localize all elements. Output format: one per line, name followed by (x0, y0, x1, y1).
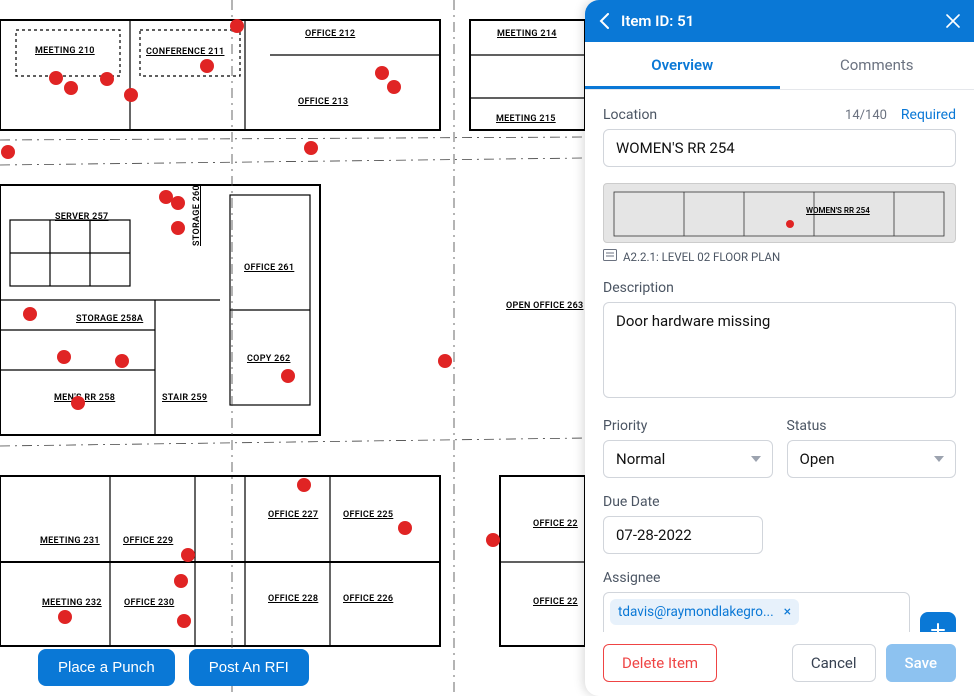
priority-label: Priority (603, 418, 773, 434)
punch-pin[interactable] (171, 196, 185, 210)
room-label: COPY 262 (247, 354, 290, 364)
action-bar: Place a Punch Post An RFI (38, 649, 309, 686)
room-label: OFFICE 22 (533, 597, 578, 607)
punch-pin[interactable] (177, 614, 191, 628)
punch-pin[interactable] (171, 221, 185, 235)
assignee-chip-label: tdavis@raymondlakegro... (618, 604, 774, 620)
room-label: OFFICE 225 (343, 510, 393, 520)
location-input[interactable] (603, 129, 956, 167)
floorplan-linework (0, 0, 585, 696)
place-punch-button[interactable]: Place a Punch (38, 649, 175, 686)
thumb-pin (786, 220, 794, 228)
punch-pin[interactable] (100, 72, 114, 86)
assignee-chip: tdavis@raymondlakegro... × (610, 599, 799, 625)
priority-select[interactable]: Normal (603, 440, 773, 478)
punch-pin[interactable] (297, 478, 311, 492)
punch-pin[interactable] (200, 59, 214, 73)
punch-pin[interactable] (438, 354, 452, 368)
room-label: OFFICE 227 (268, 510, 318, 520)
room-label: MEETING 232 (42, 598, 102, 608)
section-location: Location 14/140 Required (603, 104, 956, 167)
punch-pin[interactable] (486, 533, 500, 547)
punch-pin[interactable] (398, 521, 412, 535)
location-count: 14/140 (845, 108, 887, 123)
floor-plan-canvas[interactable]: Place a Punch Post An RFI MEETING 210 CON… (0, 0, 585, 696)
room-label: STAIR 259 (162, 393, 207, 403)
sheet-icon (603, 249, 617, 264)
room-label: MEETING 215 (496, 114, 556, 124)
room-label: SERVER 257 (55, 212, 109, 222)
punch-pin[interactable] (57, 350, 71, 364)
section-description: Description (603, 280, 956, 402)
punch-pin[interactable] (174, 574, 188, 588)
thumb-room-label: WOMEN'S RR 254 (806, 206, 870, 215)
room-label: OFFICE 213 (298, 97, 348, 107)
punch-pin[interactable] (71, 396, 85, 410)
status-select[interactable]: Open (787, 440, 957, 478)
room-label: OFFICE 230 (124, 598, 174, 608)
back-button[interactable] (599, 13, 609, 29)
tab-comments[interactable]: Comments (780, 42, 974, 89)
due-date-input[interactable] (603, 516, 763, 554)
close-icon (946, 14, 960, 28)
form-body: Location 14/140 Required WOMEN'S RR 254 (585, 90, 974, 632)
room-label: STORAGE 258A (76, 314, 143, 324)
add-assignee-button[interactable] (920, 612, 956, 632)
punch-pin[interactable] (58, 610, 72, 624)
punch-pin[interactable] (49, 71, 63, 85)
punch-pin[interactable] (1, 145, 15, 159)
description-label: Description (603, 280, 956, 296)
room-label: OFFICE 229 (123, 536, 173, 546)
cancel-button[interactable]: Cancel (792, 644, 876, 682)
punch-pin[interactable] (23, 307, 37, 321)
room-label: OPEN OFFICE 263 (506, 301, 583, 311)
thumbnail-caption: A2.2.1: LEVEL 02 FLOOR PLAN (623, 250, 780, 264)
room-label: OFFICE 228 (268, 594, 318, 604)
room-label: MEETING 231 (40, 536, 100, 546)
punch-pin[interactable] (124, 88, 138, 102)
punch-pin[interactable] (181, 548, 195, 562)
delete-item-button[interactable]: Delete Item (603, 644, 717, 682)
location-label: Location (603, 107, 657, 123)
location-thumbnail[interactable]: WOMEN'S RR 254 (603, 183, 956, 243)
tab-overview[interactable]: Overview (585, 42, 780, 89)
chevron-left-icon (599, 13, 609, 29)
punch-pin[interactable] (281, 369, 295, 383)
room-label: OFFICE 22 (533, 519, 578, 529)
punch-pin[interactable] (304, 141, 318, 155)
room-label: OFFICE 261 (244, 263, 294, 273)
close-button[interactable] (946, 14, 960, 28)
assignee-input[interactable]: tdavis@raymondlakegro... × (603, 592, 910, 632)
room-label: MEETING 210 (35, 46, 95, 56)
panel-title: Item ID: 51 (621, 12, 946, 30)
punch-pin[interactable] (64, 81, 78, 95)
item-detail-panel: Item ID: 51 Overview Comments Location 1… (585, 0, 974, 696)
save-button[interactable]: Save (886, 644, 956, 682)
assignee-label: Assignee (603, 570, 956, 586)
status-label: Status (787, 418, 957, 434)
description-input[interactable] (603, 302, 956, 398)
room-label: OFFICE 212 (305, 29, 355, 39)
post-rfi-button[interactable]: Post An RFI (189, 649, 309, 686)
room-label: OFFICE 226 (343, 594, 393, 604)
room-label: MEETING 214 (497, 29, 557, 39)
punch-pin[interactable] (115, 354, 129, 368)
section-priority: Priority Normal (603, 418, 773, 478)
location-required: Required (901, 107, 956, 123)
punch-pin[interactable] (387, 80, 401, 94)
due-date-label: Due Date (603, 494, 956, 510)
assignee-chip-remove[interactable]: × (784, 604, 791, 620)
section-assignee: Assignee tdavis@raymondlakegro... × (603, 570, 956, 632)
tabs: Overview Comments (585, 42, 974, 90)
panel-footer: Delete Item Cancel Save (585, 632, 974, 696)
panel-header: Item ID: 51 (585, 0, 974, 42)
section-status: Status Open (787, 418, 957, 478)
plus-icon (930, 622, 946, 632)
room-label: STORAGE 260 (192, 185, 202, 246)
room-label: CONFERENCE 211 (146, 47, 224, 57)
section-due-date: Due Date (603, 494, 956, 554)
punch-pin[interactable] (230, 19, 244, 33)
section-thumbnail: WOMEN'S RR 254 A2.2.1: LEVEL 02 FLOOR PL… (603, 183, 956, 264)
punch-pin[interactable] (375, 66, 389, 80)
